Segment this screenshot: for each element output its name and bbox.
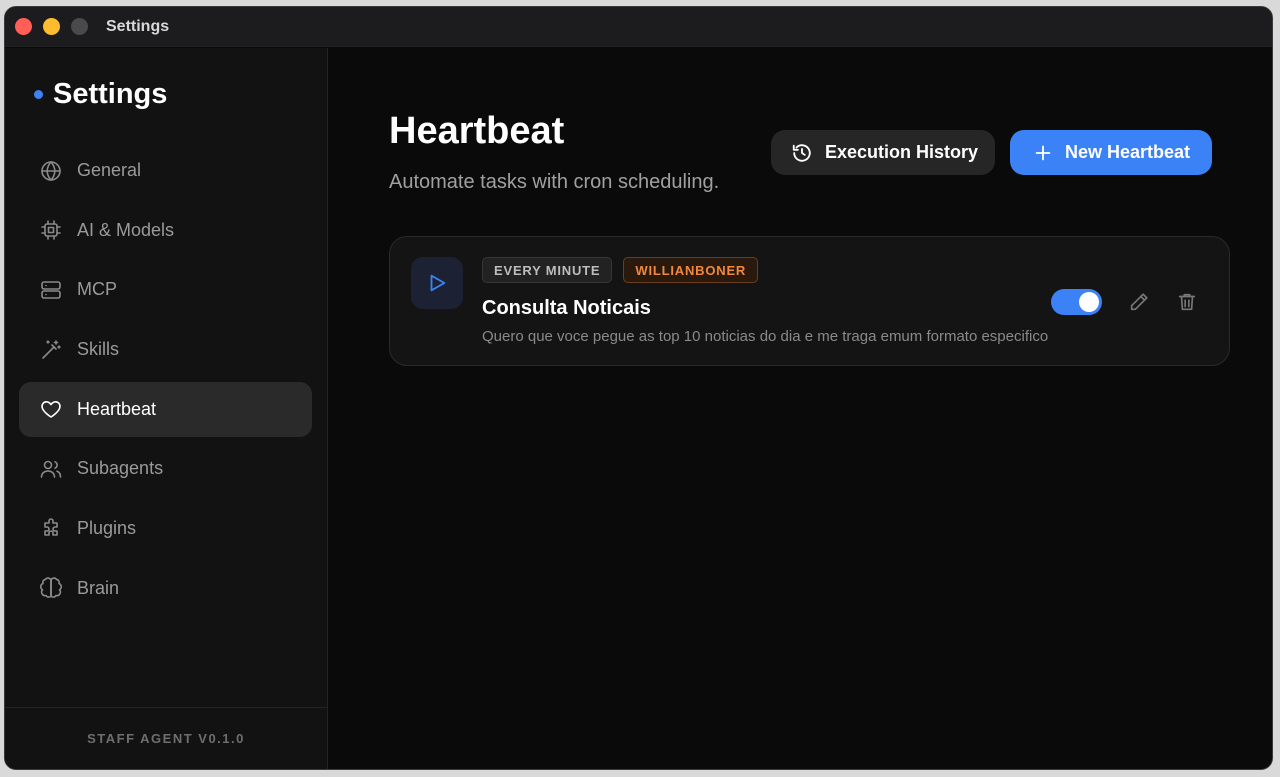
magic-wand-icon [39, 338, 63, 362]
minimize-window-button[interactable] [43, 18, 60, 35]
sidebar-header: Settings [34, 78, 167, 111]
sidebar-item-plugins[interactable]: Plugins [19, 501, 312, 556]
heartbeat-title: Consulta Noticais [482, 297, 651, 319]
heartbeat-badges: EVERY MINUTE WILLIANBONER [482, 257, 759, 283]
heartbeat-enabled-toggle[interactable] [1051, 289, 1102, 315]
sidebar-item-subagents[interactable]: Subagents [19, 441, 312, 496]
trash-icon [1178, 293, 1196, 311]
sidebar-item-label: Subagents [77, 458, 164, 479]
sidebar-item-label: MCP [77, 279, 117, 300]
server-icon [39, 278, 63, 302]
zoom-window-button[interactable] [71, 18, 88, 35]
pencil-icon [1130, 293, 1148, 311]
sidebar-item-label: Brain [77, 577, 120, 598]
puzzle-icon [39, 517, 63, 541]
title-bar: Settings [5, 7, 1272, 47]
sidebar-item-ai-models[interactable]: AI & Models [19, 203, 312, 258]
page-title: Heartbeat [389, 110, 565, 152]
version-label: STAFF AGENT V0.1.0 [5, 707, 327, 769]
brain-icon [39, 576, 63, 600]
heart-icon [39, 397, 63, 421]
cpu-icon [39, 218, 63, 242]
users-icon [39, 457, 63, 481]
sidebar-item-heartbeat[interactable]: Heartbeat [19, 381, 312, 437]
sidebar-title: Settings [53, 78, 168, 110]
execution-history-button[interactable]: Execution History [771, 130, 995, 175]
user-badge: WILLIANBONER [623, 257, 759, 283]
execution-history-label: Execution History [825, 142, 979, 162]
sidebar-item-skills[interactable]: Skills [19, 322, 312, 377]
sidebar-nav: General AI & Models MCP Skills Heartbeat… [19, 143, 312, 621]
run-heartbeat-button[interactable] [411, 257, 463, 309]
heartbeat-description: Quero que voce pegue as top 10 noticias … [482, 328, 1049, 345]
main-content: Heartbeat Automate tasks with cron sched… [329, 48, 1272, 769]
sidebar-item-label: Heartbeat [77, 398, 157, 419]
history-icon [792, 143, 811, 162]
sidebar-item-label: Plugins [77, 518, 137, 539]
new-heartbeat-button[interactable]: New Heartbeat [1010, 130, 1212, 175]
heartbeat-card: EVERY MINUTE WILLIANBONER Consulta Notic… [389, 236, 1230, 366]
sidebar-item-general[interactable]: General [19, 143, 312, 198]
app-window: Settings Settings General AI & Models MC… [4, 6, 1273, 770]
sidebar-item-label: AI & Models [77, 219, 175, 240]
delete-heartbeat-button[interactable] [1174, 289, 1200, 315]
sidebar-item-label: General [77, 160, 142, 180]
sidebar-item-mcp[interactable]: MCP [19, 262, 312, 317]
sidebar: Settings General AI & Models MCP Skills … [5, 48, 328, 769]
window-controls [15, 18, 88, 35]
play-icon [430, 274, 446, 292]
sidebar-item-label: Skills [77, 339, 120, 360]
new-heartbeat-label: New Heartbeat [1065, 142, 1191, 162]
sidebar-item-brain[interactable]: Brain [19, 561, 312, 616]
schedule-badge: EVERY MINUTE [482, 257, 613, 283]
accent-dot [34, 90, 43, 99]
toggle-knob [1079, 292, 1099, 312]
close-window-button[interactable] [15, 18, 32, 35]
plus-icon [1035, 145, 1051, 160]
globe-icon [39, 159, 63, 183]
edit-heartbeat-button[interactable] [1126, 289, 1152, 315]
window-title: Settings [106, 17, 170, 35]
page-subtitle: Automate tasks with cron scheduling. [389, 171, 720, 193]
